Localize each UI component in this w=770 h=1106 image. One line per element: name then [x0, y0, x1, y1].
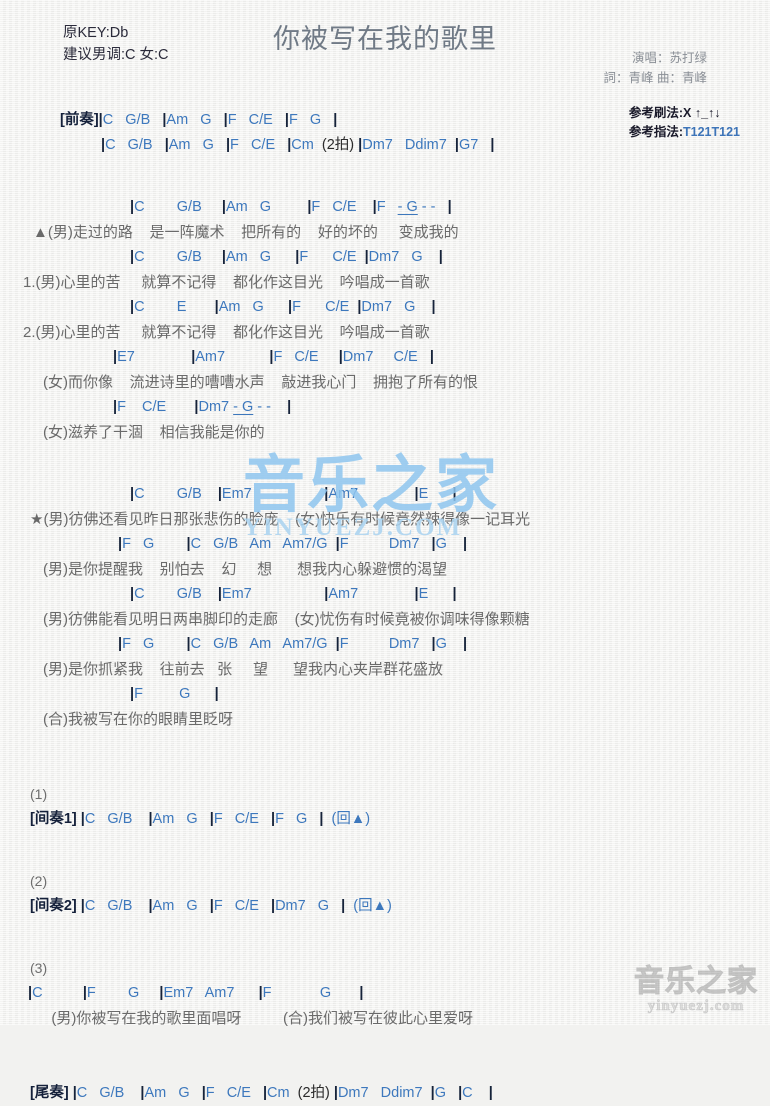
singer-credit: 演唱：苏打绿: [631, 51, 707, 65]
interlude-2-label: [间奏2]: [30, 898, 77, 914]
chord-body: [前奏]|C G/B |Am G |F C/E |F G | |C G/B |A…: [0, 100, 770, 1106]
gap: [0, 1031, 770, 1056]
chorus-line-3-lyrics: (男)彷佛能看见明日两串脚印的走廊 (女)忧伤有时候竟被你调味得像颗糖: [43, 611, 530, 628]
verse-a-chords: |C G/B |Am G |F C/E |F - G - - |: [130, 199, 452, 215]
interlude-1-label: [间奏1]: [30, 811, 77, 827]
chorus-line-2-lyrics: (男)是你提醒我 别怕去 幻 想 想我内心躲避惯的渴望: [43, 561, 448, 578]
sheet-header: 原KEY:Db 建议男调:C 女:C 你被写在我的歌里 演唱：苏打绿 詞：青峰 …: [0, 0, 770, 139]
gap: [0, 470, 770, 482]
verse-a-lyrics: ▲(男)走过的路 是一阵魔术 把所有的 好的坏的 变成我的: [33, 224, 459, 241]
gap: [0, 100, 770, 108]
verse-female-1-lyrics: (女)而你像 流进诗里的嘈嘈水声 敲进我心门 拥抱了所有的恨: [43, 374, 479, 391]
intro-line-1: [前奏]|C G/B |Am G |F C/E |F G |: [0, 108, 770, 133]
chorus-line-3-chords: |C G/B |Em7 |Am7 |E |: [130, 586, 457, 602]
gap: [0, 832, 770, 857]
section-3-lyrics: (男)你被写在我的歌里面唱呀 (合)我们被写在彼此心里爱呀: [43, 1010, 473, 1027]
interlude-1-row: [间奏1] |C G/B |Am G |F C/E |F G | (回▲): [0, 807, 770, 832]
chord-sheet-page: 原KEY:Db 建议男调:C 女:C 你被写在我的歌里 演唱：苏打绿 詞：青峰 …: [0, 0, 770, 1101]
section-3-number: (3): [30, 960, 48, 976]
gap: [0, 919, 770, 944]
chorus-line-4-lyrics: (男)是你抓紧我 往前去 张 望 望我内心夹岸群花盛放: [43, 661, 444, 678]
verse-2-chords: |C E |Am G |F C/E |Dm7 G |: [130, 299, 436, 315]
outro-chords: |C G/B |Am G |F C/E |Cm (2拍) |Dm7 Ddim7 …: [72, 1085, 493, 1101]
verse-female-2-lyrics: (女)滋养了干涸 相信我能是你的: [43, 424, 265, 441]
chorus-line-1-chords: |C G/B |Em7 |Am7 |E |: [130, 486, 457, 502]
writer-credit: 詞：青峰 曲：青峰: [603, 71, 707, 85]
outro-label: [尾奏]: [30, 1085, 69, 1101]
gap: [0, 857, 770, 869]
chorus-line-5-chords: |F G |: [130, 686, 219, 702]
interlude-1-chords: |C G/B |Am G |F C/E |F G | (回▲): [80, 811, 371, 827]
verse-1-lyrics: 1.(男)心里的苦 就算不记得 都化作这目光 吟唱成一首歌: [23, 274, 430, 291]
chorus-line-2-chords: |F G |C G/B Am Am7/G |F Dm7 |G |: [118, 536, 468, 552]
chorus-line-4-chords: |F G |C G/B Am Am7/G |F Dm7 |G |: [118, 636, 468, 652]
interlude-2-row: [间奏2] |C G/B |Am G |F C/E |Dm7 G | (回▲): [0, 894, 770, 919]
verse-female-2-chords: |F C/E |Dm7 - G - - |: [113, 399, 292, 415]
intro-line-2: |C G/B |Am G |F C/E |Cm (2拍) |Dm7 Ddim7 …: [101, 137, 495, 153]
gap: [0, 757, 770, 782]
intro-chords-1: |C G/B |Am G |F C/E |F G |: [98, 112, 338, 128]
verse-1-chords: |C G/B |Am G |F C/E |Dm7 G |: [130, 249, 443, 265]
section-3-chords: |C |F G |Em7 Am7 |F G |: [28, 985, 364, 1001]
verse-2-lyrics: 2.(男)心里的苦 就算不记得 都化作这目光 吟唱成一首歌: [23, 324, 430, 341]
gap: [0, 944, 770, 956]
outro-row: [尾奏] |C G/B |Am G |F C/E |Cm (2拍) |Dm7 D…: [0, 1081, 770, 1106]
chorus-line-5-lyrics: (合)我被写在你的眼睛里眨呀: [43, 711, 233, 728]
gap: [0, 1056, 770, 1081]
credits-block: 演唱：苏打绿 詞：青峰 曲：青峰: [604, 48, 707, 88]
interlude-2-number: (2): [30, 873, 48, 889]
gap: [0, 732, 770, 757]
interlude-1-number: (1): [30, 786, 48, 802]
gap: [0, 445, 770, 470]
intro-label: [前奏]: [60, 112, 99, 128]
gap: [0, 158, 770, 183]
interlude-2-chords: |C G/B |Am G |F C/E |Dm7 G | (回▲): [80, 898, 392, 914]
verse-female-1-chords: |E7 |Am7 |F C/E |Dm7 C/E |: [113, 349, 434, 365]
chorus-line-1-lyrics: ★(男)彷佛还看见昨日那张悲伤的脸庞 (女)快乐有时候竟然辣得像一记耳光: [30, 511, 531, 528]
gap: [0, 183, 770, 195]
